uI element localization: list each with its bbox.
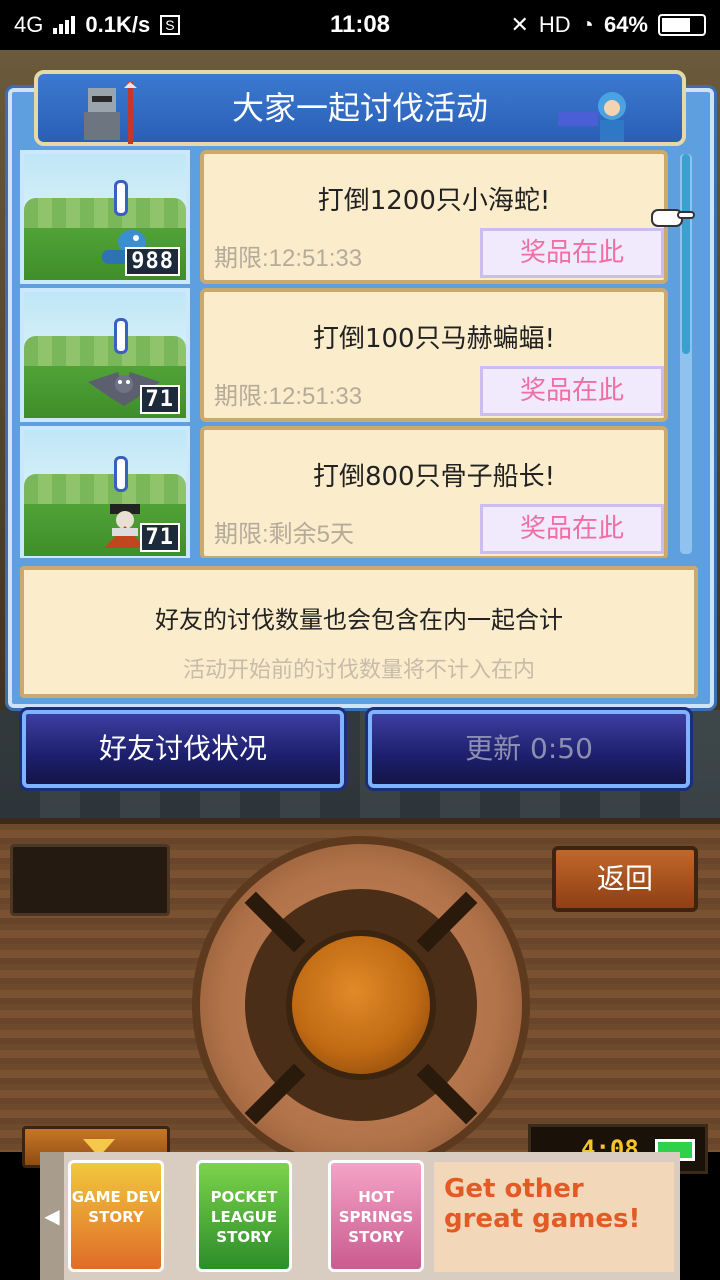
back-button[interactable]: 返回 (552, 846, 698, 912)
quest-card: 打倒800只骨子船长! 期限:剩余5天 奖品在此 (200, 426, 668, 558)
note-sub-text: 活动开始前的讨伐数量将不计入在内 (182, 658, 535, 683)
mage-girl-icon (558, 92, 626, 142)
ad-banner[interactable]: ◀ GAME DEV STORY POCKET LEAGUE STORY HOT… (40, 1152, 680, 1280)
knight-icon (84, 82, 137, 144)
kill-count: 71 (139, 385, 180, 414)
game-controller: 返回 (0, 818, 720, 1174)
dpad-center-button[interactable] (286, 930, 436, 1080)
prize-button[interactable]: 奖品在此 (480, 228, 664, 278)
exclamation-icon (114, 456, 128, 492)
friends-status-button[interactable]: 好友讨伐状况 (22, 710, 344, 788)
ad-game-tile[interactable]: POCKET LEAGUE STORY (196, 1160, 292, 1272)
quest-thumbnail: 71 (20, 426, 190, 558)
battery-percent: 64% (603, 12, 648, 37)
dpad[interactable] (192, 836, 530, 1174)
pointer-hand-icon (651, 209, 695, 227)
quest-card: 打倒1200只小海蛇! 期限:12:51:33 奖品在此 (200, 150, 668, 284)
controller-screen-slot (10, 844, 170, 916)
quest-row: 988 打倒1200只小海蛇! 期限:12:51:33 奖品在此 (20, 150, 680, 284)
battery-icon (658, 14, 706, 36)
ad-cta-line1: Get other (444, 1174, 584, 1204)
prize-button[interactable]: 奖品在此 (480, 504, 664, 554)
status-right: ✕ HD ◔ 64% (510, 12, 706, 38)
kill-count: 988 (125, 247, 180, 276)
prize-button[interactable]: 奖品在此 (480, 366, 664, 416)
quest-thumbnail: 988 (20, 150, 190, 284)
quest-row: 71 打倒100只马赫蝙蝠! 期限:12:51:33 奖品在此 (20, 288, 680, 422)
scrollbar-thumb[interactable] (682, 154, 690, 354)
event-note: 好友的讨伐数量也会包含在内一起合计 活动开始前的讨伐数量将不计入在内 (20, 566, 698, 698)
note-main-text: 好友的讨伐数量也会包含在内一起合计 (155, 606, 563, 634)
exclamation-icon (114, 180, 128, 216)
ad-cta-line2: great games! (444, 1204, 641, 1234)
quest-card: 打倒100只马赫蝙蝠! 期限:12:51:33 奖品在此 (200, 288, 668, 422)
quest-row: 71 打倒800只骨子船长! 期限:剩余5天 奖品在此 (20, 426, 680, 558)
ad-game-tile[interactable]: GAME DEV STORY (68, 1160, 164, 1272)
ad-game-tile[interactable]: HOT SPRINGS STORY (328, 1160, 424, 1272)
exclamation-icon (114, 318, 128, 354)
ad-cta[interactable]: Get other great games! (434, 1162, 674, 1272)
hd-label: HD (538, 12, 571, 37)
kill-count: 71 (139, 523, 180, 552)
refresh-button[interactable]: 更新 0:50 (368, 710, 690, 788)
ad-left-arrow-icon[interactable]: ◀ (40, 1152, 64, 1280)
quest-name: 打倒100只马赫蝙蝠! (312, 324, 556, 354)
quest-name: 打倒1200只小海蛇! (317, 186, 551, 216)
quest-list[interactable]: 988 打倒1200只小海蛇! 期限:12:51:33 奖品在此 71 打倒10… (20, 150, 680, 558)
mute-icon: ✕ (510, 12, 529, 37)
quest-deadline: 期限:12:51:33 (214, 245, 363, 272)
wifi-icon: ◔ (580, 12, 594, 37)
quest-name: 打倒800只骨子船长! (312, 462, 556, 492)
status-bar: 4G 0.1K/s S 11:08 ✕ HD ◔ 64% (0, 0, 720, 50)
quest-thumbnail: 71 (20, 288, 190, 422)
quest-deadline: 期限:12:51:33 (214, 383, 363, 410)
quest-deadline: 期限:剩余5天 (214, 521, 355, 548)
